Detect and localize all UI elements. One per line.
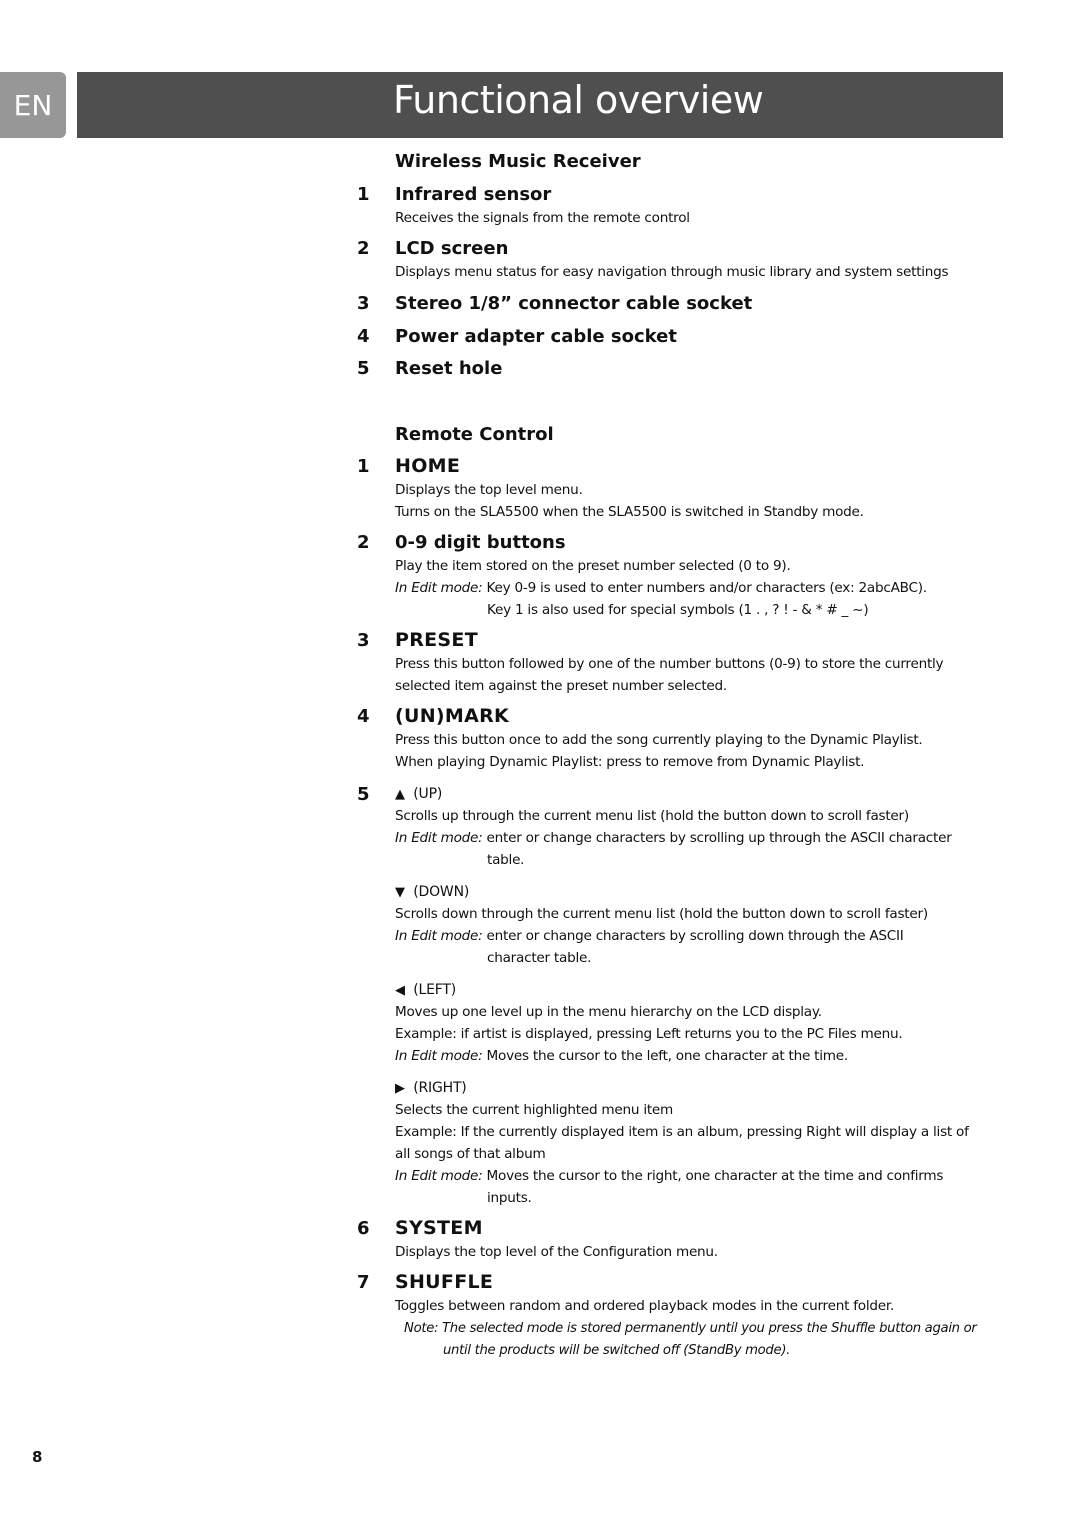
nav-label: (RIGHT) bbox=[413, 1080, 467, 1096]
item-desc: When playing Dynamic Playlist: press to … bbox=[395, 754, 865, 770]
edit-mode-text: enter or change characters by scrolling … bbox=[482, 928, 904, 944]
item-title: Reset hole bbox=[395, 358, 503, 379]
edit-mode-text: Moves the cursor to the right, one chara… bbox=[482, 1168, 944, 1184]
nav-label: (LEFT) bbox=[413, 982, 456, 998]
item-title: Stereo 1/8” connector cable socket bbox=[395, 293, 753, 314]
page-number: 8 bbox=[32, 1448, 43, 1466]
nav-left-heading: ◀ (LEFT) bbox=[395, 982, 456, 998]
edit-mode-label: In Edit mode: bbox=[395, 1168, 483, 1184]
edit-mode-text: Moves the cursor to the left, one charac… bbox=[482, 1048, 849, 1064]
item-desc: Press this button followed by one of the… bbox=[395, 656, 944, 672]
item-desc: Scrolls up through the current menu list… bbox=[395, 808, 909, 824]
item-number: 1 bbox=[357, 184, 370, 205]
edit-mode-continuation: character table. bbox=[487, 950, 592, 966]
shuffle-note: Note: The selected mode is stored perman… bbox=[404, 1321, 977, 1336]
item-desc: Toggles between random and ordered playb… bbox=[395, 1298, 895, 1314]
item-number: 5 bbox=[357, 358, 370, 379]
item-number: 1 bbox=[357, 456, 370, 477]
item-title: SYSTEM bbox=[395, 1217, 483, 1239]
nav-up-heading: ▲ (UP) bbox=[395, 786, 442, 802]
item-number: 7 bbox=[357, 1272, 370, 1293]
edit-mode-label: In Edit mode: bbox=[395, 1048, 483, 1064]
item-desc: selected item against the preset number … bbox=[395, 678, 727, 694]
item-desc: Receives the signals from the remote con… bbox=[395, 210, 690, 226]
item-title: (UN)MARK bbox=[395, 705, 510, 727]
item-desc: Example: If the currently displayed item… bbox=[395, 1124, 969, 1140]
item-desc: Turns on the SLA5500 when the SLA5500 is… bbox=[395, 504, 864, 520]
language-tab: EN bbox=[0, 72, 66, 138]
edit-mode-line: In Edit mode: Key 0-9 is used to enter n… bbox=[395, 580, 927, 596]
item-number: 4 bbox=[357, 326, 370, 347]
item-number: 3 bbox=[357, 630, 370, 651]
nav-down-heading: ▼ (DOWN) bbox=[395, 884, 469, 900]
language-label: EN bbox=[13, 88, 53, 122]
down-arrow-icon: ▼ bbox=[395, 885, 405, 900]
item-desc: all songs of that album bbox=[395, 1146, 546, 1162]
edit-mode-line: In Edit mode: enter or change characters… bbox=[395, 928, 904, 944]
edit-mode-continuation: table. bbox=[487, 852, 525, 868]
edit-mode-continuation: inputs. bbox=[487, 1190, 532, 1206]
nav-label: (DOWN) bbox=[413, 884, 470, 900]
item-desc: Displays the top level of the Configurat… bbox=[395, 1244, 718, 1260]
item-desc: Play the item stored on the preset numbe… bbox=[395, 558, 791, 574]
item-title: SHUFFLE bbox=[395, 1271, 494, 1293]
item-desc: Example: if artist is displayed, pressin… bbox=[395, 1026, 903, 1042]
edit-mode-label: In Edit mode: bbox=[395, 580, 483, 596]
edit-mode-text: enter or change characters by scrolling … bbox=[482, 830, 952, 846]
item-number: 5 bbox=[357, 784, 370, 805]
shuffle-note-continuation: until the products will be switched off … bbox=[443, 1343, 791, 1358]
item-desc: Press this button once to add the song c… bbox=[395, 732, 923, 748]
item-number: 3 bbox=[357, 293, 370, 314]
edit-mode-line: In Edit mode: enter or change characters… bbox=[395, 830, 952, 846]
item-title: LCD screen bbox=[395, 238, 509, 259]
item-desc: Displays the top level menu. bbox=[395, 482, 583, 498]
left-arrow-icon: ◀ bbox=[395, 983, 405, 998]
item-number: 4 bbox=[357, 706, 370, 727]
edit-mode-continuation: Key 1 is also used for special symbols (… bbox=[487, 602, 869, 618]
item-number: 2 bbox=[357, 238, 370, 259]
item-desc: Displays menu status for easy navigation… bbox=[395, 264, 949, 280]
edit-mode-label: In Edit mode: bbox=[395, 830, 483, 846]
title-bar: Functional overview bbox=[77, 72, 1003, 138]
nav-right-heading: ▶ (RIGHT) bbox=[395, 1080, 467, 1096]
receiver-heading: Wireless Music Receiver bbox=[395, 151, 641, 172]
item-title: 0-9 digit buttons bbox=[395, 532, 566, 553]
item-title: HOME bbox=[395, 455, 461, 477]
item-desc: Moves up one level up in the menu hierar… bbox=[395, 1004, 822, 1020]
page-title: Functional overview bbox=[393, 78, 764, 122]
item-desc: Selects the current highlighted menu ite… bbox=[395, 1102, 674, 1118]
edit-mode-text: Key 0-9 is used to enter numbers and/or … bbox=[482, 580, 928, 596]
edit-mode-line: In Edit mode: Moves the cursor to the ri… bbox=[395, 1168, 943, 1184]
item-desc: Scrolls down through the current menu li… bbox=[395, 906, 928, 922]
right-arrow-icon: ▶ bbox=[395, 1081, 405, 1096]
item-title: PRESET bbox=[395, 629, 478, 651]
item-number: 2 bbox=[357, 532, 370, 553]
item-title: Infrared sensor bbox=[395, 184, 552, 205]
up-arrow-icon: ▲ bbox=[395, 787, 405, 802]
item-title: Power adapter cable socket bbox=[395, 326, 677, 347]
remote-heading: Remote Control bbox=[395, 424, 554, 445]
item-number: 6 bbox=[357, 1218, 370, 1239]
nav-label: (UP) bbox=[413, 786, 443, 802]
edit-mode-line: In Edit mode: Moves the cursor to the le… bbox=[395, 1048, 848, 1064]
edit-mode-label: In Edit mode: bbox=[395, 928, 483, 944]
